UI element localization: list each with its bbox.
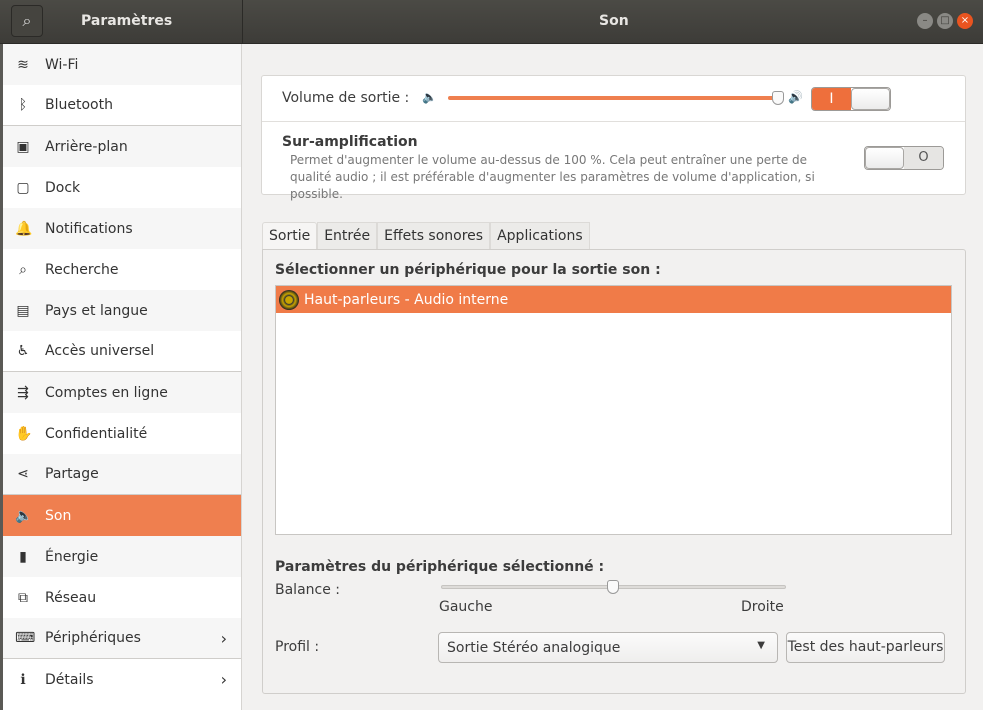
sidebar-item-son[interactable]: 🔈 Son [3,495,241,536]
sidebar-item-label: Dock [45,179,81,196]
volume-low-icon: 🔈 [422,90,437,104]
overamp-toggle[interactable]: O [864,146,944,170]
balance-label: Balance : [275,582,341,598]
device-settings-label: Paramètres du périphérique sélectionné : [275,559,605,575]
sidebar: ≋ Wi-Fi ᛒ Bluetooth ▣ Arrière-plan ▢ Dock 🔔 Notif… [0,44,242,710]
close-button[interactable]: × [957,13,973,29]
power-icon: ▮ [19,548,27,565]
sidebar-item-wi-fi[interactable]: ≋ Wi-Fi [3,44,241,85]
header-divider [242,0,243,44]
sidebar-title: Paramètres [81,13,173,29]
minimize-button[interactable]: – [917,13,933,29]
sidebar-item-pays-et-langue[interactable]: ▤ Pays et langue [3,290,241,331]
sidebar-item-energie[interactable]: ▮ Énergie [3,536,241,577]
overamp-description: Permet d'augmenter le volume au-dessus d… [290,153,815,201]
sidebar-item-arriere-plan[interactable]: ▣ Arrière-plan [3,126,241,167]
sidebar-item-recherche[interactable]: ⌕ Recherche [3,249,241,290]
chevron-right-icon: › [220,628,227,648]
sidebar-item-label: Périphériques [45,630,141,646]
sidebar-item-label: Réseau [45,589,97,606]
search-icon: ⌕ [19,261,27,278]
device-list-item[interactable]: Haut-parleurs - Audio interne [276,286,951,313]
page-title: Son [599,13,629,29]
sidebar-item-label: Énergie [45,548,99,565]
mute-toggle[interactable]: I [811,87,891,111]
tab-applications[interactable]: Applications [490,222,590,249]
profile-dropdown[interactable]: Sortie Stéréo analogique ▼ [438,632,778,663]
devices-icon: ⌨ [15,630,36,646]
speaker-icon: 🔈 [15,507,33,524]
info-icon: ℹ [20,671,26,688]
sidebar-item-dock[interactable]: ▢ Dock [3,167,241,208]
sidebar-item-details[interactable]: ℹ Détails › [3,659,241,700]
tab-entree[interactable]: Entrée [317,222,378,249]
dock-icon: ▢ [16,179,30,196]
sidebar-item-notifications[interactable]: 🔔 Notifications [3,208,241,249]
device-list: Haut-parleurs - Audio interne [275,285,952,535]
sidebar-item-comptes-en-ligne[interactable]: ⇶ Comptes en ligne [3,372,241,413]
background-icon: ▣ [16,138,30,155]
test-speakers-button[interactable]: Test des haut-parleurs [786,632,945,663]
volume-slider[interactable] [448,96,778,100]
tab-bar: Sortie Entrée Effets sonores Application… [262,222,590,249]
chevron-right-icon: › [220,670,227,689]
sidebar-item-label: Partage [45,466,99,482]
bluetooth-icon: ᛒ [18,97,28,113]
privacy-hand-icon: ✋ [15,425,33,442]
sidebar-item-label: Notifications [45,220,133,237]
volume-high-icon: 🔊 [788,90,803,104]
sidebar-item-label: Arrière-plan [45,138,128,155]
sidebar-item-label: Accès universel [45,343,155,359]
sidebar-item-bluetooth[interactable]: ᛒ Bluetooth [3,85,241,126]
sidebar-item-partage[interactable]: ⋖ Partage [3,454,241,495]
balance-right-label: Droite [741,599,784,615]
device-select-label: Sélectionner un périphérique pour la sor… [275,262,661,278]
sidebar-item-reseau[interactable]: ⧉ Réseau [3,577,241,618]
search-icon: ⌕ [22,11,32,30]
bell-icon: 🔔 [15,220,33,237]
wifi-icon: ≋ [17,56,29,73]
sidebar-item-peripheriques[interactable]: ⌨ Périphériques › [3,618,241,659]
sidebar-item-label: Wi-Fi [45,56,79,73]
tab-sortie[interactable]: Sortie [262,222,318,249]
volume-label: Volume de sortie : [282,90,410,106]
sidebar-item-label: Son [45,507,72,524]
accessibility-icon: ♿ [16,343,30,359]
header-bar: ⌕ Paramètres Son – □ × [0,0,983,44]
speaker-icon [279,289,299,310]
sidebar-item-label: Confidentialité [45,425,148,442]
balance-left-label: Gauche [439,599,493,615]
maximize-button[interactable]: □ [937,13,953,29]
profile-label: Profil : [275,639,320,655]
sidebar-item-label: Recherche [45,261,119,278]
sidebar-item-confidentialite[interactable]: ✋ Confidentialité [3,413,241,454]
volume-slider-handle[interactable] [772,91,784,105]
sidebar-item-label: Comptes en ligne [45,384,168,401]
share-icon: ⋖ [17,466,29,482]
overamp-title: Sur-amplification [282,134,418,150]
network-icon: ⧉ [18,589,28,606]
sidebar-item-acces-universel[interactable]: ♿ Accès universel [3,331,241,372]
region-icon: ▤ [16,302,30,319]
search-button[interactable]: ⌕ [11,5,43,37]
sidebar-item-label: Pays et langue [45,302,148,319]
dropdown-arrow-icon: ▼ [757,640,765,651]
tab-effets-sonores[interactable]: Effets sonores [377,222,491,249]
sidebar-item-label: Bluetooth [45,97,113,113]
balance-slider-handle[interactable] [607,580,619,594]
sidebar-item-label: Détails [45,671,94,688]
online-accounts-icon: ⇶ [17,384,29,401]
